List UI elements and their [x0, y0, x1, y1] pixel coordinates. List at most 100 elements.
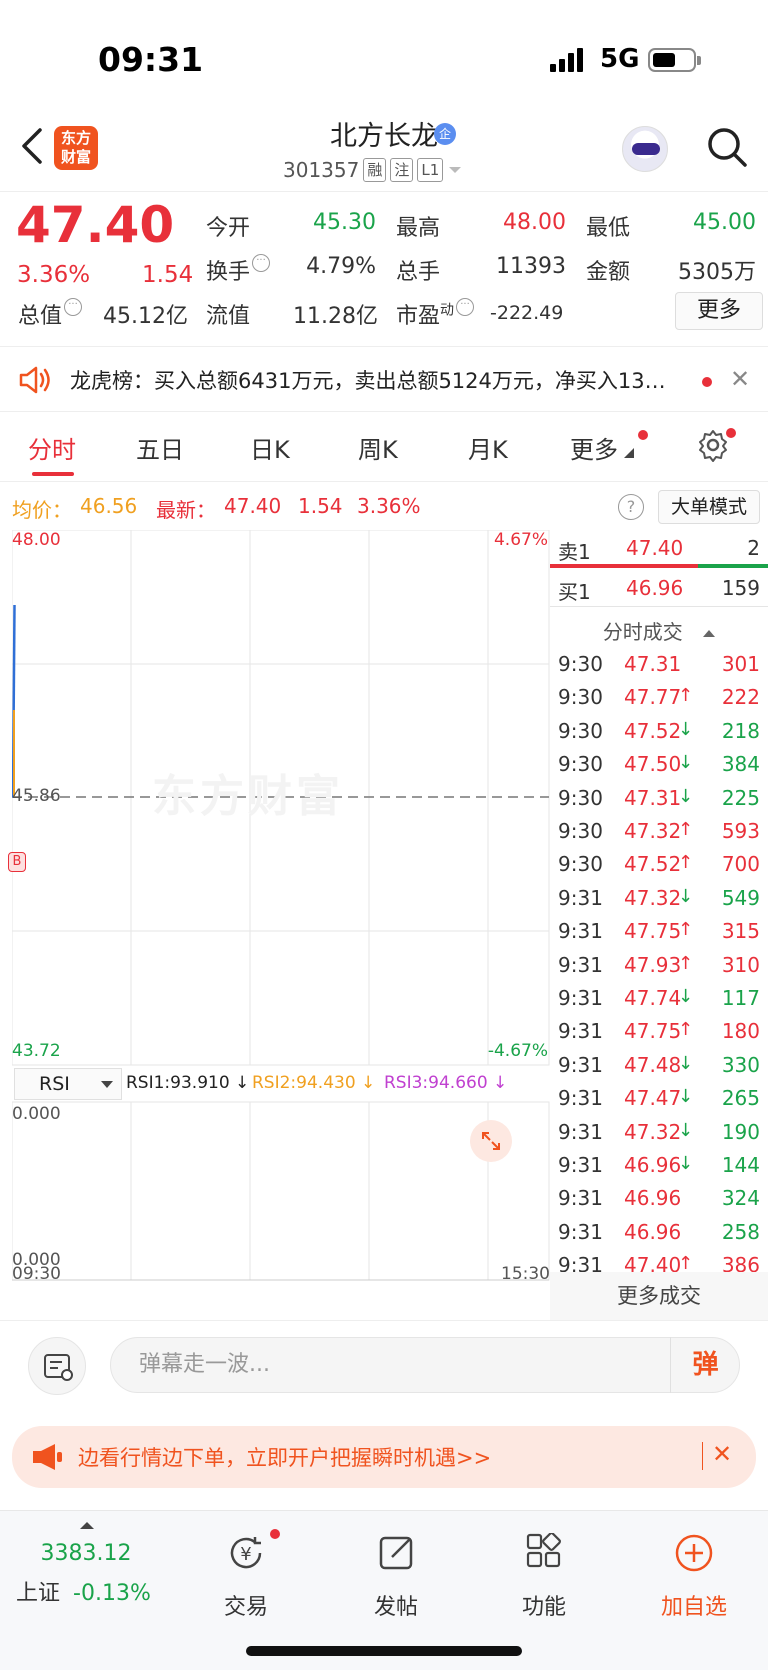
stock-code-row[interactable]: 301357 融 注 L1 [283, 158, 463, 182]
trade-row: 9:31 47.47 ↓ 265 [550, 1082, 768, 1115]
search-icon[interactable] [706, 126, 748, 168]
trade-row: 9:31 47.75 ↑ 315 [550, 915, 768, 948]
change-percent: 3.36% [17, 262, 91, 288]
trade-direction-icon: ↓ [678, 1052, 694, 1074]
trade-yen-icon: ¥ [230, 1537, 262, 1569]
latest-change: 1.54 [298, 494, 343, 518]
tab-more-dot [638, 430, 648, 440]
trade-time: 9:30 [558, 819, 603, 843]
trade-volume: 330 [721, 1052, 760, 1077]
big-order-mode-button[interactable]: 大单模式 [658, 490, 760, 524]
ask-1-row[interactable]: 卖1 47.40 2 [550, 530, 768, 564]
status-time: 09:31 [98, 40, 204, 79]
expand-chart-button[interactable] [470, 1120, 512, 1162]
bid-volume: 159 [721, 576, 760, 600]
trade-direction-icon: ↓ [678, 1153, 694, 1174]
dropdown-triangle-icon [101, 1081, 113, 1088]
trade-direction-icon: ↑ [678, 852, 694, 874]
intraday-chart[interactable]: 东方财富 48.00 45.86 43.72 4.67% -4.67% B RS… [8, 530, 550, 1287]
trade-volume: 549 [721, 885, 760, 910]
help-icon[interactable]: ? [618, 494, 644, 520]
trade-price: 47.50 [624, 752, 682, 777]
ask-label: 卖1 [558, 540, 591, 564]
trade-direction-icon: ↑ [678, 685, 694, 707]
pct-axis-top: 4.67% [493, 530, 548, 550]
change-amount: 1.54 [142, 262, 194, 288]
buy-marker[interactable]: B [8, 852, 26, 872]
trade-direction-icon: ↓ [678, 986, 694, 1007]
trade-time: 9:31 [558, 1186, 603, 1211]
danmu-input[interactable]: 弹幕走一波... [110, 1337, 740, 1393]
float-cap-label: 流值 [206, 304, 251, 329]
tab-five-day[interactable]: 五日 [136, 430, 184, 465]
tag-margin: 融 [363, 158, 387, 182]
add-circle-icon [675, 1534, 713, 1572]
trade-price: 47.31 [624, 785, 682, 810]
pe-value: -222.49 [490, 302, 564, 324]
trade-price: 47.32 [624, 819, 682, 843]
trade-direction-icon: ↓ [678, 1119, 694, 1141]
turnover-value: 4.79% [306, 254, 376, 279]
trades-header[interactable]: 分时成交 [550, 610, 768, 646]
bid-1-row[interactable]: 买1 46.96 159 [550, 570, 768, 604]
grid-functions-icon [526, 1533, 561, 1568]
trade-volume: 190 [721, 1119, 760, 1144]
stock-header: 东方财富 北方长龙 企 301357 融 注 L1 [0, 110, 768, 192]
tab-daily-k[interactable]: 日K [250, 430, 290, 465]
trade-row: 9:31 47.75 ↑ 180 [550, 1015, 768, 1048]
speaker-icon [19, 366, 50, 394]
tab-more[interactable]: 更多 [570, 430, 618, 465]
dragon-tiger-notice[interactable]: 龙虎榜：买入总额6431万元，卖出总额5124万元，净买入1307万元 ✕ [0, 346, 768, 412]
comment-list-icon[interactable] [28, 1337, 86, 1395]
trade-row: 9:30 47.31 ↓ 225 [550, 782, 768, 815]
tab-weekly-k[interactable]: 周K [358, 430, 398, 465]
latest-change-pct: 3.36% [357, 494, 421, 518]
trade-row: 9:31 47.93 ↑ 310 [550, 949, 768, 982]
tab-monthly-k[interactable]: 月K [468, 430, 508, 465]
account-promo-banner[interactable]: 边看行情边下单，立即开户把握瞬时机遇>> ✕ [12, 1426, 756, 1488]
indicator-select[interactable]: RSI [14, 1068, 122, 1100]
trade-row: 9:31 47.32 ↓ 549 [550, 882, 768, 915]
low-label: 最低 [586, 216, 631, 241]
trade-row: 9:30 47.77 ↑ 222 [550, 681, 768, 714]
danmu-send-button[interactable]: 弹 [670, 1337, 740, 1393]
close-icon[interactable]: ✕ [712, 1440, 732, 1468]
more-quote-button[interactable]: 更多 [675, 292, 763, 330]
network-type: 5G [600, 44, 640, 74]
settings-gear-icon[interactable] [696, 428, 730, 462]
close-icon[interactable]: ✕ [730, 365, 750, 393]
trade-row: 9:31 46.96 ↓ 144 [550, 1149, 768, 1182]
trade-price: 47.31 [624, 652, 682, 676]
tab-intraday[interactable]: 分时 [28, 430, 76, 465]
notice-text: 龙虎榜：买入总额6431万元，卖出总额5124万元，净买入1307万元 [70, 369, 670, 393]
pe-label[interactable]: 市盈动 ··· [396, 298, 475, 330]
more-trades-button[interactable]: 更多成交 [550, 1272, 768, 1320]
trade-time: 9:30 [558, 752, 603, 777]
home-indicator [246, 1646, 522, 1656]
avg-label: 均价： [12, 498, 72, 522]
active-tab-indicator [32, 472, 74, 476]
trade-volume: 384 [721, 752, 760, 777]
trade-row: 9:30 47.52 ↑ 700 [550, 848, 768, 881]
trade-time: 9:31 [558, 1153, 603, 1177]
indicator-name: RSI [39, 1073, 70, 1095]
trade-volume: 258 [721, 1219, 760, 1244]
trade-time: 9:31 [558, 1119, 603, 1144]
trade-direction-icon: ↓ [678, 718, 694, 740]
current-price: 47.40 [16, 196, 175, 254]
volume-label: 总手 [396, 260, 441, 285]
ai-robot-icon[interactable] [622, 126, 668, 172]
megaphone-icon [33, 1444, 62, 1470]
turnover-label[interactable]: 换手 ··· [206, 254, 271, 286]
trade-time: 9:31 [558, 885, 603, 910]
trade-price: 47.74 [624, 986, 682, 1010]
market-cap-label[interactable]: 总值 ··· [18, 298, 83, 330]
trade-time: 9:30 [558, 852, 603, 877]
trade-row: 9:31 47.32 ↓ 190 [550, 1116, 768, 1149]
y-axis-bottom: 43.72 [12, 1041, 61, 1061]
trade-price: 47.75 [624, 1019, 682, 1044]
rsi1-value: RSI1:93.910 ↓ [126, 1073, 250, 1093]
trade-direction-icon: ↓ [678, 752, 694, 774]
trade-time: 9:31 [558, 1019, 603, 1044]
trade-direction-icon: ↓ [678, 1086, 694, 1108]
